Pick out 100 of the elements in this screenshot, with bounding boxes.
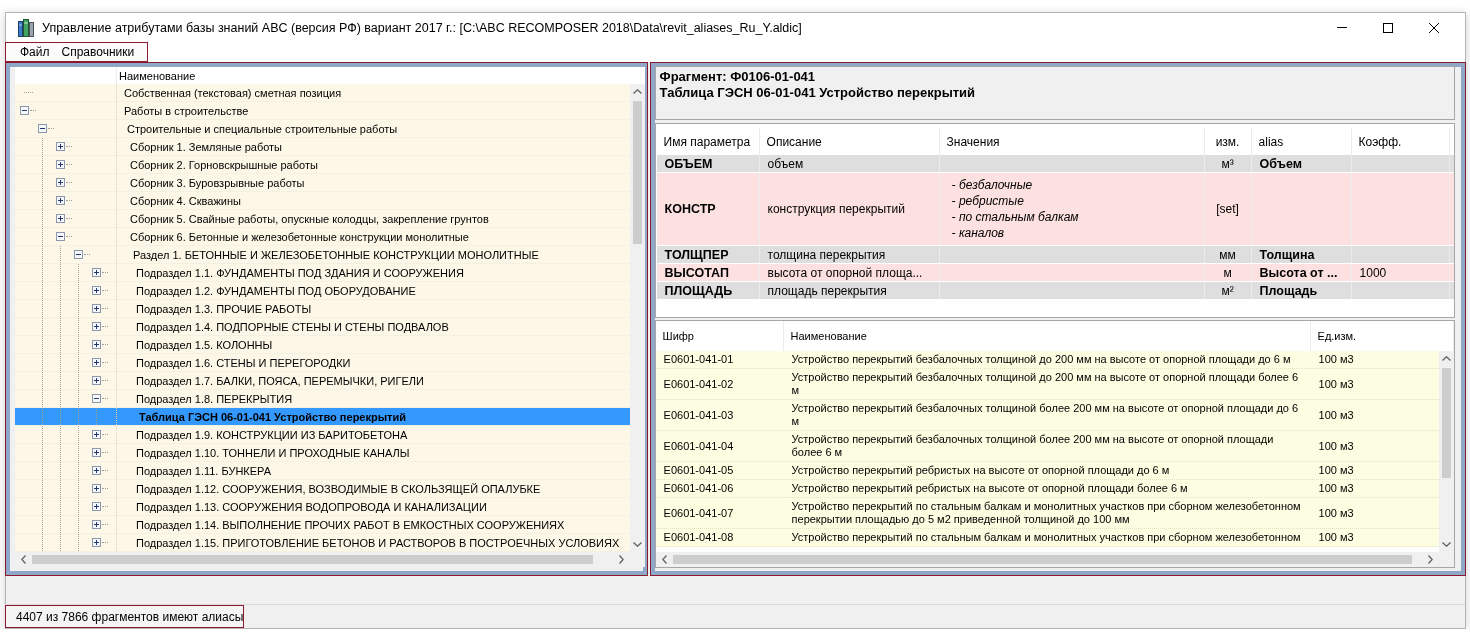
tree-item[interactable]: Подраздел 1.3. ПРОЧИЕ РАБОТЫ: [15, 300, 630, 318]
table-cell-text: Устройство перекрытий по стальным балкам и монолитных участков при сборном железобетонном перекрытии площадью до 5 м2 приведенной толщиной до 100 мм: [790, 499, 1302, 527]
chevron-up-icon[interactable]: [632, 89, 642, 94]
plus-box-icon[interactable]: [92, 304, 101, 313]
scrollbar-thumb[interactable]: [32, 555, 593, 564]
tree-item[interactable]: Подраздел 1.2. ФУНДАМЕНТЫ ПОД ОБОРУДОВАНИЕ: [15, 282, 630, 300]
minus-box-icon[interactable]: [38, 124, 47, 133]
table-row[interactable]: E0601-041-07 Устройство перекрытий по стальным балкам и монолитных участков при сборном железобетонном перекрытии площадью до 5 м2 приведенной толщиной до 100 мм 100 м3: [655, 498, 1439, 529]
table-cell-text: 100 м3: [1317, 407, 1355, 423]
table-row[interactable]: ВЫСОТАП высота от опорной площа... м Высота от ... 1000: [656, 264, 1454, 282]
table-cell-text: Устройство перекрытий ребристых на высоте от опорной площади до 6 м: [790, 463, 1171, 478]
tree-item[interactable]: Подраздел 1.1. ФУНДАМЕНТЫ ПОД ЗДАНИЯ И СООРУЖЕНИЯ: [15, 264, 630, 282]
plus-box-icon[interactable]: [92, 268, 101, 277]
minus-box-icon[interactable]: [92, 394, 101, 403]
tree-item[interactable]: Подраздел 1.10. ТОННЕЛИ И ПРОХОДНЫЕ КАНАЛЫ: [15, 444, 630, 462]
horizontal-scrollbar[interactable]: [15, 552, 645, 567]
plus-box-icon[interactable]: [92, 502, 101, 511]
chevron-left-icon[interactable]: [21, 555, 26, 564]
tree-item[interactable]: Подраздел 1.7. БАЛКИ, ПОЯСА, ПЕРЕМЫЧКИ, РИГЕЛИ: [15, 372, 630, 390]
tree-item[interactable]: Раздел 1. БЕТОННЫЕ И ЖЕЛЕЗОБЕТОННЫЕ КОНСТРУКЦИИ МОНОЛИТНЫЕ: [15, 246, 630, 264]
plus-box-icon[interactable]: [92, 430, 101, 439]
table-row[interactable]: КОНСТР конструкция перекрытий - безбалочные - ребристые - по стальным балкам - каналов [set]: [656, 173, 1454, 246]
plus-box-icon[interactable]: [56, 196, 65, 205]
plus-box-icon[interactable]: [56, 214, 65, 223]
plus-box-icon[interactable]: [92, 340, 101, 349]
tree-item[interactable]: Подраздел 1.4. ПОДПОРНЫЕ СТЕНЫ И СТЕНЫ ПОДВАЛОВ: [15, 318, 630, 336]
table-cell: Высота от ...: [1251, 264, 1352, 281]
horizontal-scrollbar[interactable]: [655, 552, 1454, 567]
table-cell: 1000: [1351, 264, 1450, 281]
tree-item[interactable]: Подраздел 1.11. БУНКЕРА: [15, 462, 630, 480]
chevron-left-icon[interactable]: [661, 555, 667, 564]
table-cell: объем: [759, 155, 940, 172]
tree-item[interactable]: Сборник 6. Бетонные и железобетонные конструкции монолитные: [15, 228, 630, 246]
chevron-right-icon[interactable]: [1428, 555, 1433, 564]
tree-item[interactable]: Подраздел 1.6. СТЕНЫ И ПЕРЕГОРОДКИ: [15, 354, 630, 372]
tree-item[interactable]: Подраздел 1.15. ПРИГОТОВЛЕНИЕ БЕТОНОВ И РАСТВОРОВ В ПОСТРОЕЧНЫХ УСЛОВИЯХ: [15, 534, 630, 552]
table-row[interactable]: E0601-041-01 Устройство перекрытий безбалочных толщиной до 200 мм на высоте от опорной площади до 6 м 100 м3: [655, 351, 1439, 369]
tree-item[interactable]: Подраздел 1.12. СООРУЖЕНИЯ, ВОЗВОДИМЫЕ В СКОЛЬЗЯЩЕЙ ОПАЛУБКЕ: [15, 480, 630, 498]
plus-box-icon[interactable]: [92, 466, 101, 475]
plus-box-icon[interactable]: [56, 142, 65, 151]
plus-box-icon[interactable]: [92, 448, 101, 457]
plus-box-icon[interactable]: [92, 376, 101, 385]
plus-box-icon[interactable]: [92, 520, 101, 529]
tree-item[interactable]: Таблица ГЭСН 06-01-041 Устройство перекрытий: [15, 408, 630, 426]
minus-box-icon[interactable]: [20, 106, 29, 115]
scrollbar-thumb[interactable]: [1442, 368, 1451, 478]
minus-box-icon[interactable]: [56, 232, 65, 241]
table-cell-text: E0601-041-03: [662, 407, 735, 423]
tree-item[interactable]: Сборник 2. Горновскрышные работы: [15, 156, 630, 174]
plus-box-icon[interactable]: [92, 484, 101, 493]
table-cell-text: Устройство перекрытий безбалочных толщиной до 200 мм на высоте от опорной площади до 6 м: [790, 352, 1292, 367]
chevron-up-icon[interactable]: [1442, 356, 1451, 361]
tree-item[interactable]: Сборник 4. Скважины: [15, 192, 630, 210]
table-cell-text: Устройство перекрытий безбалочных толщиной более 200 мм на высоте от опорной площади более 6 м: [790, 432, 1275, 460]
window-title: Управление атрибутами базы знаний ABC (версия РФ) вариант 2017 г.: [C:\ABC RECOMPOSER 2018\Data\revit_aliases_Ru_Y.aldic]: [42, 20, 802, 35]
scrollbar-thumb[interactable]: [672, 555, 1412, 564]
fragment-title: Таблица ГЭСН 06-01-041 Устройство перекрытий: [659, 85, 977, 101]
menu-item[interactable]: Справочники: [55, 45, 141, 59]
tree-item[interactable]: Подраздел 1.13. СООРУЖЕНИЯ ВОДОПРОВОДА И КАНАЛИЗАЦИИ: [15, 498, 630, 516]
table-row[interactable]: E0601-041-03 Устройство перекрытий безбалочных толщиной более 200 мм на высоте от опорной площади до 6 м 100 м3: [655, 400, 1439, 431]
tree-item[interactable]: Собственная (текстовая) сметная позиция: [15, 84, 630, 102]
tree-item[interactable]: Сборник 5. Свайные работы, опускные колодцы, закрепление грунтов: [15, 210, 630, 228]
table-cell: [set]: [1204, 173, 1252, 245]
tree-item[interactable]: Подраздел 1.5. КОЛОННЫ: [15, 336, 630, 354]
menu-item[interactable]: Файл: [14, 45, 56, 59]
table-cell-text: E0601-041-07: [662, 505, 735, 521]
plus-box-icon[interactable]: [56, 160, 65, 169]
table-cell-text: Устройство перекрытий безбалочных толщиной до 200 мм на высоте от опорной площади более 6 м: [790, 370, 1300, 398]
plus-box-icon[interactable]: [92, 358, 101, 367]
tree-item[interactable]: Работы в строительстве: [15, 102, 630, 120]
table-row[interactable]: ОБЪЕМ объем м³ Объем: [656, 155, 1454, 173]
vertical-scrollbar[interactable]: [1439, 351, 1454, 552]
table-cell-text: E0601-041-08: [662, 530, 735, 545]
tree-item[interactable]: Сборник 3. Буровзрывные работы: [15, 174, 630, 192]
table-row[interactable]: E0601-041-06 Устройство перекрытий ребристых на высоте от опорной площади более 6 м 100 м3: [655, 480, 1439, 498]
chevron-down-icon[interactable]: [1442, 542, 1451, 547]
tree-item[interactable]: Подраздел 1.14. ВЫПОЛНЕНИЕ ПРОЧИХ РАБОТ В ЕМКОСТНЫХ СООРУЖЕНИЯХ: [15, 516, 630, 534]
table-row[interactable]: ПЛОЩАДЬ площадь перекрытия м² Площадь: [656, 282, 1454, 300]
tree-item[interactable]: Подраздел 1.9. КОНСТРУКЦИИ ИЗ БАРИТОБЕТОНА: [15, 426, 630, 444]
table-cell: толщина перекрытия: [759, 246, 940, 263]
column-header[interactable]: Наименование: [117, 69, 196, 82]
tree-item[interactable]: Сборник 1. Земляные работы: [15, 138, 630, 156]
table-row[interactable]: E0601-041-04 Устройство перекрытий безбалочных толщиной более 200 мм на высоте от опорной площади более 6 м 100 м3: [655, 431, 1439, 462]
table-row[interactable]: ТОЛЩПЕР толщина перекрытия мм Толщина: [656, 246, 1454, 264]
chevron-right-icon[interactable]: [618, 555, 624, 564]
table-row[interactable]: E0601-041-08 Устройство перекрытий по стальным балкам и монолитных участков при сборном железобетонном 100 м3: [655, 529, 1439, 547]
tree-item[interactable]: Подраздел 1.8. ПЕРЕКРЫТИЯ: [15, 390, 630, 408]
plus-box-icon[interactable]: [92, 538, 101, 547]
tree-item[interactable]: Строительные и специальные строительные работы: [15, 120, 630, 138]
table-cell: Толщина: [1251, 246, 1352, 263]
plus-box-icon[interactable]: [92, 286, 101, 295]
table-row[interactable]: E0601-041-05 Устройство перекрытий ребристых на высоте от опорной площади до 6 м 100 м3: [655, 462, 1439, 480]
table-cell: площадь перекрытия: [759, 282, 940, 299]
plus-box-icon[interactable]: [56, 178, 65, 187]
plus-box-icon[interactable]: [92, 322, 101, 331]
table-cell-text: 100 м3: [1317, 352, 1355, 367]
minus-box-icon[interactable]: [74, 250, 83, 259]
chevron-down-icon[interactable]: [632, 542, 642, 547]
table-row[interactable]: E0601-041-02 Устройство перекрытий безбалочных толщиной до 200 мм на высоте от опорной площади более 6 м 100 м3: [655, 369, 1439, 400]
scrollbar-thumb[interactable]: [632, 101, 642, 244]
